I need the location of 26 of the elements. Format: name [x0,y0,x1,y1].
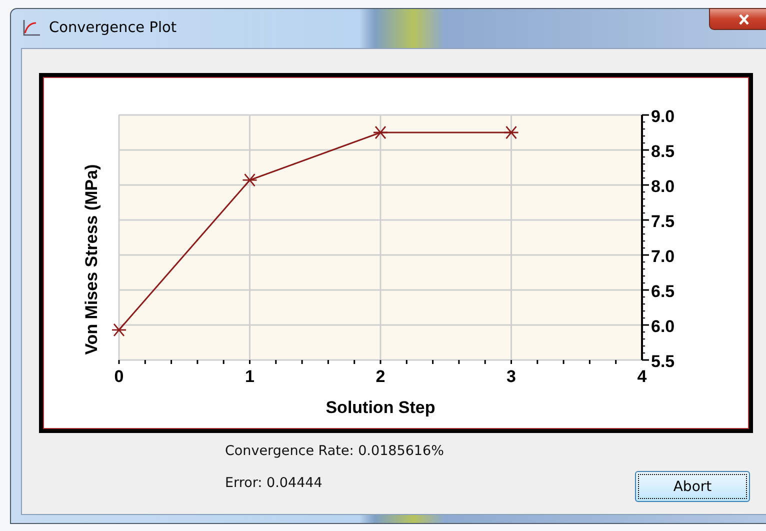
point [242,173,258,187]
abort-button[interactable]: Abort [635,471,750,502]
y-axis-title: Von Mises Stress (MPa) [82,164,101,355]
x-tick-label: 0 [114,367,124,386]
y-tick-label: 7.5 [651,212,675,231]
close-icon [738,14,750,24]
y-tick-label: 6.5 [651,282,675,301]
y-tick-label: 6.0 [651,317,675,336]
y-tick-label: 8.5 [651,142,675,161]
close-button[interactable] [709,8,766,30]
convergence-rate-text: Convergence Rate: 0.0185616% [225,443,444,459]
x-axis-title: Solution Step [326,398,436,417]
window-title: Convergence Plot [49,20,177,36]
x-tick-label: 4 [637,367,647,386]
y-tick-label: 9.0 [651,107,675,126]
x-tick-label: 1 [245,367,254,386]
error-text: Error: 0.04444 [225,475,324,491]
chart-icon [21,19,41,37]
y-tick-label: 5.5 [651,352,675,371]
point [504,126,519,140]
point [372,126,388,140]
point [111,323,127,337]
y-tick-label: 7.0 [651,247,675,266]
y-tick-label: 8.0 [651,177,675,196]
x-tick-label: 2 [376,367,386,386]
x-tick-label: 3 [506,367,516,386]
